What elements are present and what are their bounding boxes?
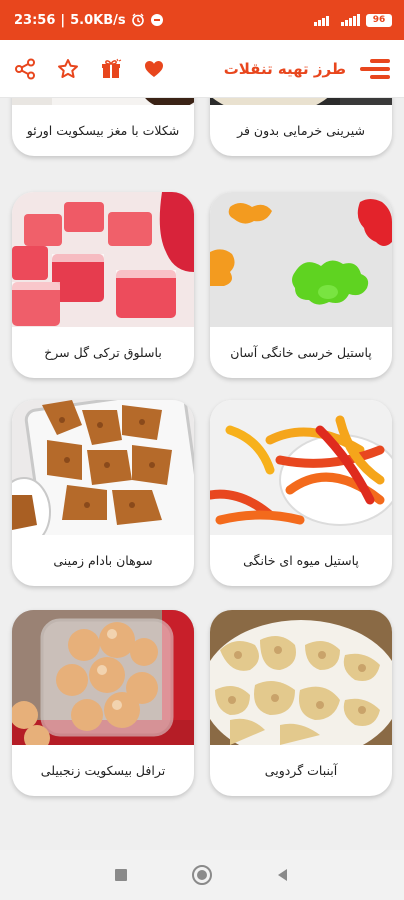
home-button[interactable] xyxy=(187,860,217,890)
page-title: طرز تهیه تنقلات xyxy=(223,59,346,78)
clock: 23:56 xyxy=(14,12,56,28)
alarm-icon xyxy=(131,13,144,27)
recipe-image xyxy=(12,400,194,535)
recipe-title: ترافل بیسکویت زنجبیلی xyxy=(40,763,166,778)
recipe-card[interactable]: شکلات با مغز بیسکویت اورئو xyxy=(12,98,194,156)
recipe-card[interactable]: پاستیل خرسی خانگی آسان xyxy=(210,192,392,378)
status-left: 23:56 | 5.0KB/s xyxy=(14,13,164,28)
app-bar-title-wrap: طرز تهیه تنقلات xyxy=(224,58,390,80)
recents-button[interactable] xyxy=(106,860,136,890)
recipe-title: سوهان بادام زمینی xyxy=(53,553,153,568)
recipe-image xyxy=(210,192,392,327)
share-icon[interactable] xyxy=(14,58,36,80)
recipe-title: آبنبات گردویی xyxy=(264,763,338,778)
recipe-card[interactable]: پاستیل میوه ای خانگی xyxy=(210,400,392,586)
star-icon[interactable] xyxy=(57,58,79,80)
separator: | xyxy=(60,12,66,28)
heart-icon[interactable] xyxy=(143,58,165,80)
recipe-title: شیرینی خرمایی بدون فر xyxy=(237,123,365,138)
status-bar: 23:56 | 5.0KB/s 96 xyxy=(0,0,404,40)
network-speed: 5.0KB/s xyxy=(70,12,126,28)
recipe-image xyxy=(12,610,194,745)
recipe-title: پاستیل میوه ای خانگی xyxy=(243,553,359,568)
recipe-image xyxy=(12,98,194,105)
recipe-card[interactable]: آبنبات گردویی xyxy=(210,610,392,796)
recipe-title: پاستیل خرسی خانگی آسان xyxy=(230,345,372,360)
signal-2-icon xyxy=(341,14,360,26)
gift-icon[interactable] xyxy=(100,58,122,80)
app-bar: طرز تهیه تنقلات xyxy=(0,40,404,98)
recipe-card[interactable]: ترافل بیسکویت زنجبیلی xyxy=(12,610,194,796)
recipe-card[interactable]: سوهان بادام زمینی xyxy=(12,400,194,586)
system-nav-bar xyxy=(0,850,404,900)
back-button[interactable] xyxy=(268,860,298,890)
signal-icon xyxy=(314,16,329,26)
recipe-image xyxy=(12,192,194,327)
recipe-image xyxy=(210,98,392,105)
recipe-image xyxy=(210,610,392,745)
app-bar-actions xyxy=(14,58,165,80)
menu-icon[interactable] xyxy=(360,58,390,80)
recipe-card[interactable]: شیرینی خرمایی بدون فر xyxy=(210,98,392,156)
battery-icon: 96 xyxy=(366,13,392,27)
messenger-icon xyxy=(150,14,163,26)
recipe-grid: شیرینی خرمایی بدون فر شکلات با مغز بیسکو… xyxy=(0,98,404,850)
recipe-title: باسلوق ترکی گل سرخ xyxy=(44,345,162,360)
status-right: 96 xyxy=(314,13,392,27)
recipe-title: شکلات با مغز بیسکویت اورئو xyxy=(26,123,180,138)
recipe-image xyxy=(210,400,392,535)
recipe-card[interactable]: باسلوق ترکی گل سرخ xyxy=(12,192,194,378)
